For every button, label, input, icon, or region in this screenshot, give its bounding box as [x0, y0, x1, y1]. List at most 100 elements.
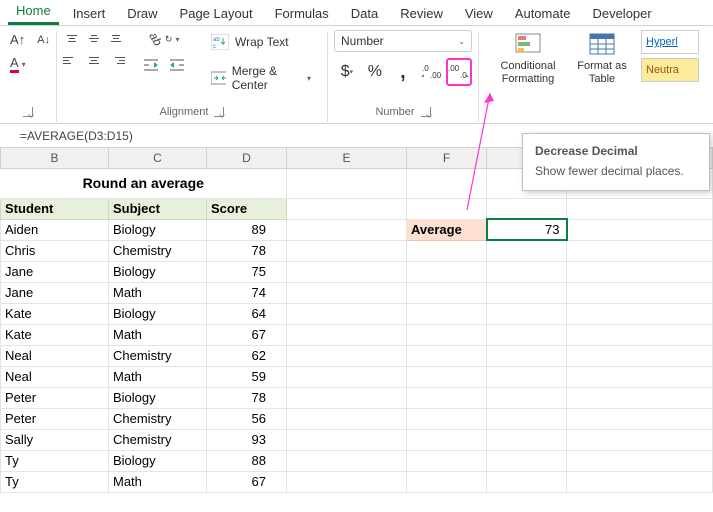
table-cell[interactable]: 89: [207, 219, 287, 240]
table-cell[interactable]: Ty: [1, 450, 109, 471]
cell-styles-gallery[interactable]: Hyperl Neutra: [641, 30, 699, 87]
table-cell[interactable]: 74: [207, 282, 287, 303]
table-cell[interactable]: Neal: [1, 366, 109, 387]
tab-data[interactable]: Data: [343, 2, 386, 25]
align-center-button[interactable]: [85, 52, 103, 68]
orientation-button[interactable]: ab↻▾: [139, 30, 189, 48]
table-header: Subject: [109, 198, 207, 219]
table-cell[interactable]: Biology: [109, 219, 207, 240]
table-cell[interactable]: Sally: [1, 429, 109, 450]
table-cell[interactable]: 88: [207, 450, 287, 471]
table-cell[interactable]: Chemistry: [109, 429, 207, 450]
col-header[interactable]: F: [407, 148, 487, 168]
font-group-launcher-icon[interactable]: [23, 107, 33, 117]
table-cell[interactable]: Chemistry: [109, 240, 207, 261]
table-cell[interactable]: Biology: [109, 387, 207, 408]
table-cell[interactable]: Aiden: [1, 219, 109, 240]
number-group-launcher-icon[interactable]: [421, 107, 431, 117]
table-cell[interactable]: Math: [109, 471, 207, 492]
align-right-button[interactable]: [107, 52, 125, 68]
table-cell[interactable]: Chemistry: [109, 345, 207, 366]
tab-home[interactable]: Home: [8, 0, 59, 25]
table-cell[interactable]: Peter: [1, 408, 109, 429]
tooltip-title: Decrease Decimal: [535, 144, 697, 158]
font-color-button[interactable]: A▾: [6, 53, 30, 75]
tab-view[interactable]: View: [457, 2, 501, 25]
format-as-table-button[interactable]: Format asTable: [567, 30, 637, 87]
average-value-cell[interactable]: 73: [487, 219, 567, 240]
tab-automate[interactable]: Automate: [507, 2, 579, 25]
align-middle-button[interactable]: [85, 30, 103, 46]
table-cell[interactable]: Jane: [1, 282, 109, 303]
wrap-text-label: Wrap Text: [235, 35, 289, 49]
col-header[interactable]: D: [207, 148, 287, 168]
decrease-indent-button[interactable]: [139, 56, 163, 74]
table-cell[interactable]: 59: [207, 366, 287, 387]
table-cell[interactable]: 64: [207, 303, 287, 324]
table-cell[interactable]: Neal: [1, 345, 109, 366]
tab-draw[interactable]: Draw: [119, 2, 165, 25]
spreadsheet-grid[interactable]: B C D E F G Round an average Student Sub…: [0, 148, 713, 493]
increase-font-button[interactable]: A↑: [6, 30, 29, 49]
cell-style-neutral[interactable]: Neutra: [641, 58, 699, 82]
table-cell[interactable]: Kate: [1, 324, 109, 345]
table-cell[interactable]: Kate: [1, 303, 109, 324]
table-cell[interactable]: 75: [207, 261, 287, 282]
tab-review[interactable]: Review: [392, 2, 451, 25]
align-top-button[interactable]: [63, 30, 81, 46]
alignment-group-label: Alignment: [160, 106, 209, 118]
conditional-formatting-button[interactable]: ConditionalFormatting: [493, 30, 563, 87]
cell-style-hyperlink[interactable]: Hyperl: [641, 30, 699, 54]
table-cell[interactable]: Chemistry: [109, 408, 207, 429]
table-cell[interactable]: 62: [207, 345, 287, 366]
conditional-formatting-icon: [514, 32, 542, 56]
number-format-value: Number: [341, 34, 384, 48]
col-header[interactable]: B: [1, 148, 109, 168]
align-bottom-button[interactable]: [107, 30, 125, 46]
svg-text:.00: .00: [430, 71, 442, 80]
table-cell[interactable]: Chris: [1, 240, 109, 261]
table-cell[interactable]: Biology: [109, 303, 207, 324]
accounting-format-button[interactable]: $▾: [334, 58, 360, 86]
alignment-group-launcher-icon[interactable]: [214, 107, 224, 117]
wrap-text-button[interactable]: abc Wrap Text: [207, 32, 315, 52]
table-cell[interactable]: Math: [109, 282, 207, 303]
increase-decimal-button[interactable]: .0.00: [418, 58, 444, 86]
col-header[interactable]: C: [109, 148, 207, 168]
table-cell[interactable]: Math: [109, 366, 207, 387]
table-cell[interactable]: Peter: [1, 387, 109, 408]
align-left-button[interactable]: [63, 52, 81, 68]
comma-format-button[interactable]: ,: [390, 58, 416, 86]
increase-indent-button[interactable]: [165, 56, 189, 74]
decrease-font-button[interactable]: A↓: [33, 30, 54, 49]
table-cell[interactable]: 78: [207, 387, 287, 408]
average-label-cell[interactable]: Average: [407, 219, 487, 240]
tab-pagelayout[interactable]: Page Layout: [172, 2, 261, 25]
col-header[interactable]: E: [287, 148, 407, 168]
ribbon-tabs: Home Insert Draw Page Layout Formulas Da…: [0, 0, 713, 26]
table-cell[interactable]: 67: [207, 471, 287, 492]
table-cell[interactable]: 67: [207, 324, 287, 345]
table-cell[interactable]: 56: [207, 408, 287, 429]
table-cell[interactable]: Ty: [1, 471, 109, 492]
table-cell[interactable]: Math: [109, 324, 207, 345]
table-cell[interactable]: 93: [207, 429, 287, 450]
table-header: Student: [1, 198, 109, 219]
svg-text:c: c: [213, 44, 216, 50]
table-cell[interactable]: Biology: [109, 450, 207, 471]
decrease-decimal-button[interactable]: .00.0: [446, 58, 472, 86]
tab-developer[interactable]: Developer: [584, 2, 659, 25]
sheet-title: Round an average: [1, 168, 287, 198]
conditional-formatting-label: ConditionalFormatting: [500, 60, 555, 85]
format-as-table-icon: [588, 32, 616, 56]
number-format-select[interactable]: Number⌄: [334, 30, 472, 52]
format-as-table-label: Format asTable: [577, 60, 627, 85]
table-cell[interactable]: 78: [207, 240, 287, 261]
tab-insert[interactable]: Insert: [65, 2, 114, 25]
merge-center-button[interactable]: Merge & Center ▾: [207, 62, 315, 94]
table-cell[interactable]: Jane: [1, 261, 109, 282]
tab-formulas[interactable]: Formulas: [267, 2, 337, 25]
table-cell[interactable]: Biology: [109, 261, 207, 282]
number-group-label: Number: [375, 106, 414, 118]
percent-format-button[interactable]: %: [362, 58, 388, 86]
